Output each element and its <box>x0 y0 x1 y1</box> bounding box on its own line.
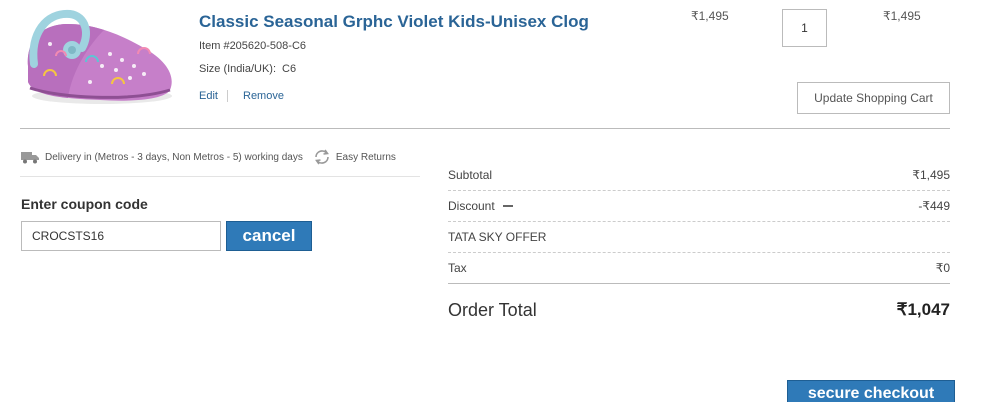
update-shopping-cart-button[interactable]: Update Shopping Cart <box>797 82 950 114</box>
offer-label: TATA SKY OFFER <box>448 230 547 244</box>
subtotal-label: Subtotal <box>448 168 493 182</box>
tax-value: ₹0 <box>935 261 950 275</box>
discount-label-group: Discount <box>448 199 513 213</box>
size-value: C6 <box>282 63 297 75</box>
easy-returns-text: Easy Returns <box>335 151 396 163</box>
size-line: Size (India/UK): C6 <box>199 63 296 75</box>
coupon-heading: Enter coupon code <box>21 196 148 212</box>
item-number: Item #205620-508-C6 <box>199 40 307 52</box>
collapse-minus-icon[interactable] <box>502 205 513 207</box>
coupon-code-input[interactable] <box>21 221 221 251</box>
truck-icon <box>21 152 39 164</box>
offer-row: TATA SKY OFFER <box>448 222 950 253</box>
tax-row: Tax ₹0 <box>448 253 950 284</box>
product-title[interactable]: Classic Seasonal Grphc Violet Kids-Unise… <box>199 12 589 32</box>
order-total-label: Order Total <box>448 300 537 320</box>
delivery-text: Delivery in (Metros - 3 days, Non Metros… <box>45 151 303 163</box>
quantity-input[interactable]: 1 <box>782 9 827 47</box>
returns-cycle-icon <box>314 149 329 165</box>
subtotal-row: Subtotal ₹1,495 <box>448 160 950 191</box>
unit-price: ₹1,495 <box>691 9 729 23</box>
subtotal-value: ₹1,495 <box>912 168 950 182</box>
order-total-value: ₹1,047 <box>896 300 950 319</box>
divider <box>20 128 950 129</box>
order-total-row: Order Total ₹1,047 <box>448 298 950 324</box>
product-image[interactable] <box>20 4 180 108</box>
remove-link[interactable]: Remove <box>243 90 284 102</box>
edit-link[interactable]: Edit <box>199 90 228 102</box>
discount-label: Discount <box>448 199 495 213</box>
order-summary: Subtotal ₹1,495 Discount -₹449 TATA SKY … <box>448 160 950 284</box>
secure-checkout-button[interactable]: secure checkout <box>787 380 955 402</box>
line-total: ₹1,495 <box>883 9 921 23</box>
tax-label: Tax <box>448 261 467 275</box>
size-label: Size (India/UK): <box>199 63 277 75</box>
cancel-coupon-button[interactable]: cancel <box>226 221 312 251</box>
discount-value: -₹449 <box>918 199 950 213</box>
discount-row: Discount -₹449 <box>448 191 950 222</box>
divider <box>20 176 420 177</box>
delivery-info: Delivery in (Metros - 3 days, Non Metros… <box>21 148 396 166</box>
